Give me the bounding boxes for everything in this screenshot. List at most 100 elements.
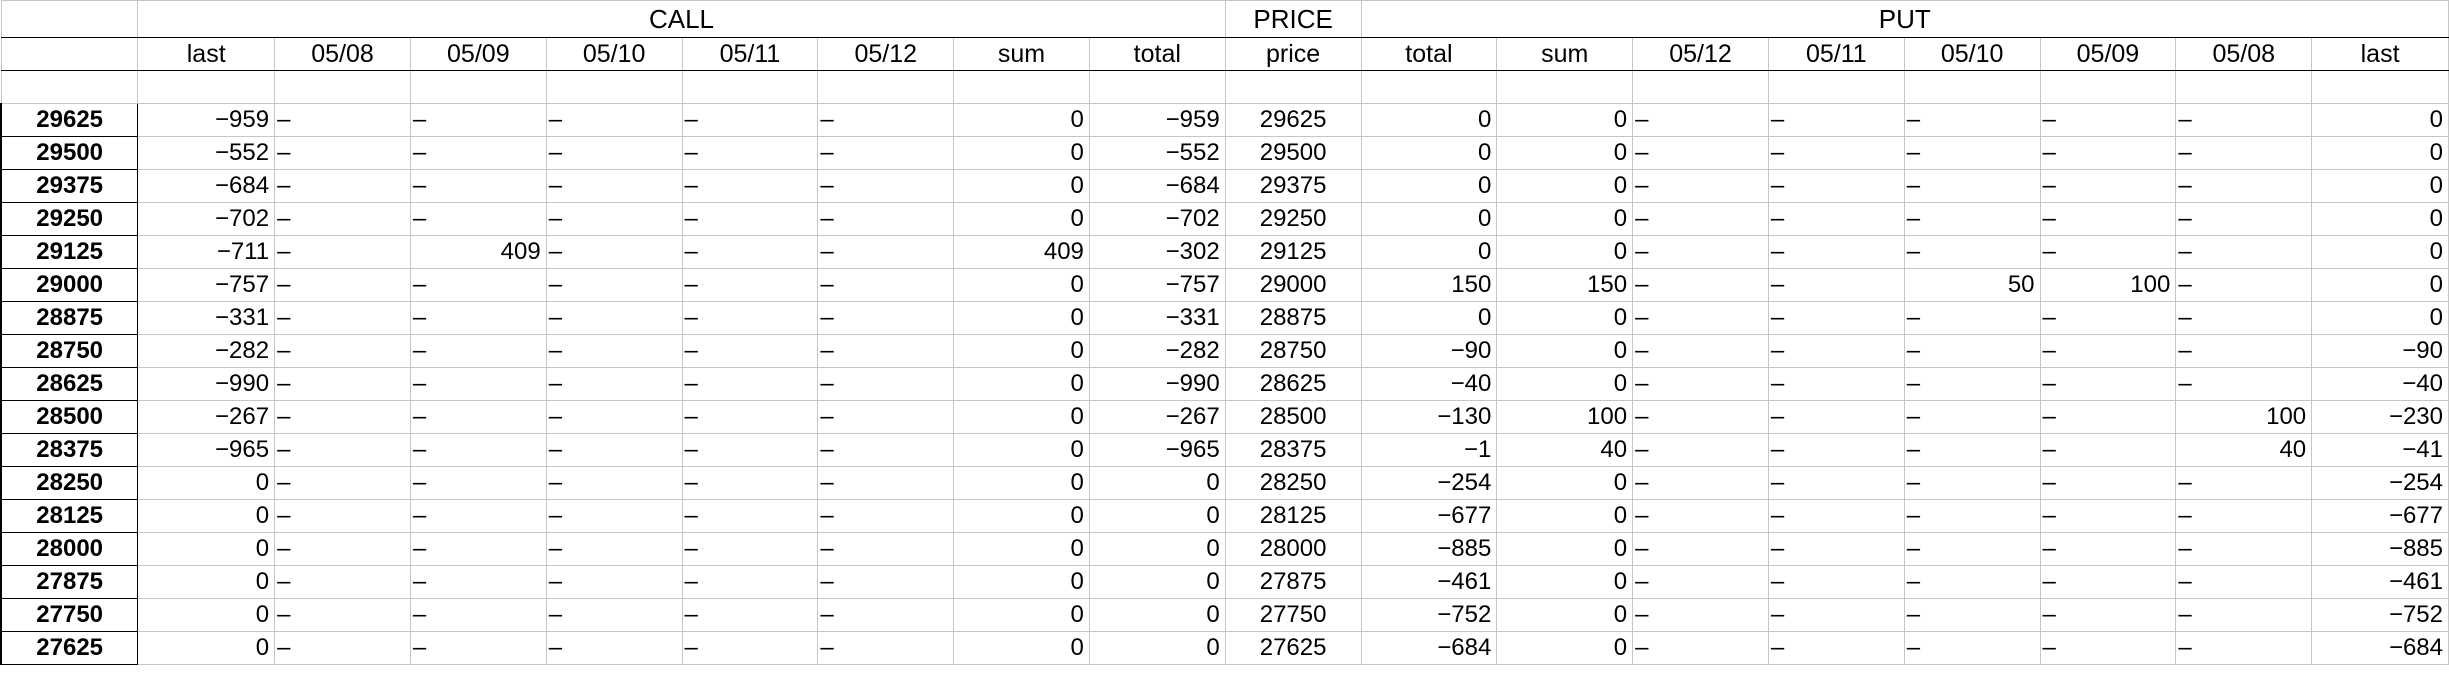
call-cell-05-11[interactable]: – xyxy=(681,433,819,467)
put-cell-05-12[interactable]: – xyxy=(1632,301,1769,335)
price-cell[interactable]: 28000 xyxy=(1224,532,1362,566)
put-cell-05-10[interactable]: – xyxy=(1903,466,2041,500)
call-cell-total[interactable]: −959 xyxy=(1088,103,1226,137)
call-cell-05-11[interactable]: – xyxy=(681,466,819,500)
put-cell-total[interactable]: −40 xyxy=(1360,367,1498,401)
call-cell-05-10[interactable]: – xyxy=(545,532,683,566)
put-cell-05-08[interactable]: – xyxy=(2175,367,2313,401)
call-cell-sum[interactable]: 0 xyxy=(953,466,1090,500)
call-cell-05-08[interactable]: – xyxy=(274,499,411,533)
call-cell-sum[interactable]: 0 xyxy=(953,268,1090,302)
strike-row-header[interactable]: 28250 xyxy=(0,466,139,500)
call-col-header-05-10[interactable]: 05/10 xyxy=(545,37,683,71)
call-cell-05-10[interactable]: – xyxy=(545,235,683,269)
put-col-header-05-11[interactable]: 05/11 xyxy=(1767,37,1905,71)
strike-row-header[interactable]: 29250 xyxy=(0,202,139,236)
put-cell-05-08[interactable]: – xyxy=(2175,631,2313,665)
call-cell-05-12[interactable]: – xyxy=(817,202,955,236)
put-cell-total[interactable]: 0 xyxy=(1360,103,1498,137)
price-cell[interactable]: 27750 xyxy=(1224,598,1362,632)
call-cell-last[interactable]: −702 xyxy=(137,202,276,236)
put-cell-last[interactable]: −677 xyxy=(2311,499,2449,533)
price-cell[interactable]: 29375 xyxy=(1224,169,1362,203)
call-cell-last[interactable]: 0 xyxy=(137,598,276,632)
put-cell-total[interactable]: −130 xyxy=(1360,400,1498,434)
call-cell-last[interactable]: −959 xyxy=(137,103,276,137)
put-cell-05-12[interactable]: – xyxy=(1632,202,1769,236)
put-cell-05-09[interactable]: – xyxy=(2039,136,2177,170)
call-cell-05-11[interactable]: – xyxy=(681,202,819,236)
put-cell-05-08[interactable]: – xyxy=(2175,268,2313,302)
call-cell-05-12[interactable]: – xyxy=(817,301,955,335)
call-cell-sum[interactable]: 0 xyxy=(953,136,1090,170)
put-cell-total[interactable]: 150 xyxy=(1360,268,1498,302)
put-cell-05-09[interactable]: – xyxy=(2039,499,2177,533)
put-cell-05-09[interactable]: – xyxy=(2039,235,2177,269)
call-cell-total[interactable]: −552 xyxy=(1088,136,1226,170)
call-cell-total[interactable]: 0 xyxy=(1088,565,1226,599)
call-cell-05-11[interactable]: – xyxy=(681,598,819,632)
put-cell-05-11[interactable]: – xyxy=(1767,466,1905,500)
empty-cell[interactable] xyxy=(1224,70,1362,104)
strike-row-header[interactable]: 28500 xyxy=(0,400,139,434)
put-cell-last[interactable]: −41 xyxy=(2311,433,2449,467)
call-cell-last[interactable]: 0 xyxy=(137,565,276,599)
call-cell-05-11[interactable]: – xyxy=(681,268,819,302)
call-cell-05-08[interactable]: – xyxy=(274,400,411,434)
put-cell-05-11[interactable]: – xyxy=(1767,631,1905,665)
call-cell-total[interactable]: 0 xyxy=(1088,532,1226,566)
call-cell-05-10[interactable]: – xyxy=(545,169,683,203)
put-cell-05-11[interactable]: – xyxy=(1767,334,1905,368)
call-cell-05-08[interactable]: – xyxy=(274,466,411,500)
call-cell-total[interactable]: −702 xyxy=(1088,202,1226,236)
call-cell-05-12[interactable]: – xyxy=(817,631,955,665)
call-cell-sum[interactable]: 0 xyxy=(953,433,1090,467)
put-cell-05-11[interactable]: – xyxy=(1767,202,1905,236)
call-cell-sum[interactable]: 0 xyxy=(953,400,1090,434)
call-cell-05-10[interactable]: – xyxy=(545,367,683,401)
call-cell-05-08[interactable]: – xyxy=(274,565,411,599)
call-cell-05-08[interactable]: – xyxy=(274,631,411,665)
put-cell-total[interactable]: 0 xyxy=(1360,169,1498,203)
put-cell-05-10[interactable]: – xyxy=(1903,103,2041,137)
price-cell[interactable]: 28875 xyxy=(1224,301,1362,335)
put-cell-last[interactable]: −684 xyxy=(2311,631,2449,665)
call-cell-05-11[interactable]: – xyxy=(681,235,819,269)
call-col-header-05-08[interactable]: 05/08 xyxy=(274,37,411,71)
put-cell-sum[interactable]: 0 xyxy=(1496,565,1634,599)
put-cell-total[interactable]: 0 xyxy=(1360,301,1498,335)
call-cell-05-09[interactable]: – xyxy=(409,499,547,533)
strike-row-header[interactable]: 28750 xyxy=(0,334,139,368)
strike-row-header[interactable]: 27750 xyxy=(0,598,139,632)
call-section-header[interactable]: CALL xyxy=(137,0,1226,38)
put-cell-sum[interactable]: 150 xyxy=(1496,268,1634,302)
put-cell-last[interactable]: −254 xyxy=(2311,466,2449,500)
put-cell-05-11[interactable]: – xyxy=(1767,367,1905,401)
call-cell-total[interactable]: −990 xyxy=(1088,367,1226,401)
put-section-header[interactable]: PUT xyxy=(1360,0,2449,38)
call-cell-last[interactable]: 0 xyxy=(137,532,276,566)
put-cell-total[interactable]: −1 xyxy=(1360,433,1498,467)
put-col-header-sum[interactable]: sum xyxy=(1496,37,1634,71)
put-cell-05-10[interactable]: – xyxy=(1903,367,2041,401)
call-col-header-05-12[interactable]: 05/12 xyxy=(817,37,955,71)
put-cell-05-10[interactable]: – xyxy=(1903,499,2041,533)
empty-cell[interactable] xyxy=(545,70,683,104)
put-col-header-05-10[interactable]: 05/10 xyxy=(1903,37,2041,71)
put-cell-05-09[interactable]: – xyxy=(2039,103,2177,137)
put-cell-05-12[interactable]: – xyxy=(1632,466,1769,500)
call-cell-05-10[interactable]: – xyxy=(545,565,683,599)
put-cell-05-08[interactable]: 100 xyxy=(2175,400,2313,434)
put-cell-sum[interactable]: 0 xyxy=(1496,202,1634,236)
price-cell[interactable]: 29000 xyxy=(1224,268,1362,302)
put-cell-05-12[interactable]: – xyxy=(1632,400,1769,434)
call-cell-last[interactable]: −282 xyxy=(137,334,276,368)
call-cell-05-08[interactable]: – xyxy=(274,301,411,335)
call-cell-05-11[interactable]: – xyxy=(681,103,819,137)
put-cell-05-12[interactable]: – xyxy=(1632,136,1769,170)
put-cell-sum[interactable]: 0 xyxy=(1496,532,1634,566)
call-cell-total[interactable]: −965 xyxy=(1088,433,1226,467)
strike-row-header[interactable]: 29625 xyxy=(0,103,139,137)
empty-cell[interactable] xyxy=(1496,70,1634,104)
call-cell-05-09[interactable]: – xyxy=(409,103,547,137)
